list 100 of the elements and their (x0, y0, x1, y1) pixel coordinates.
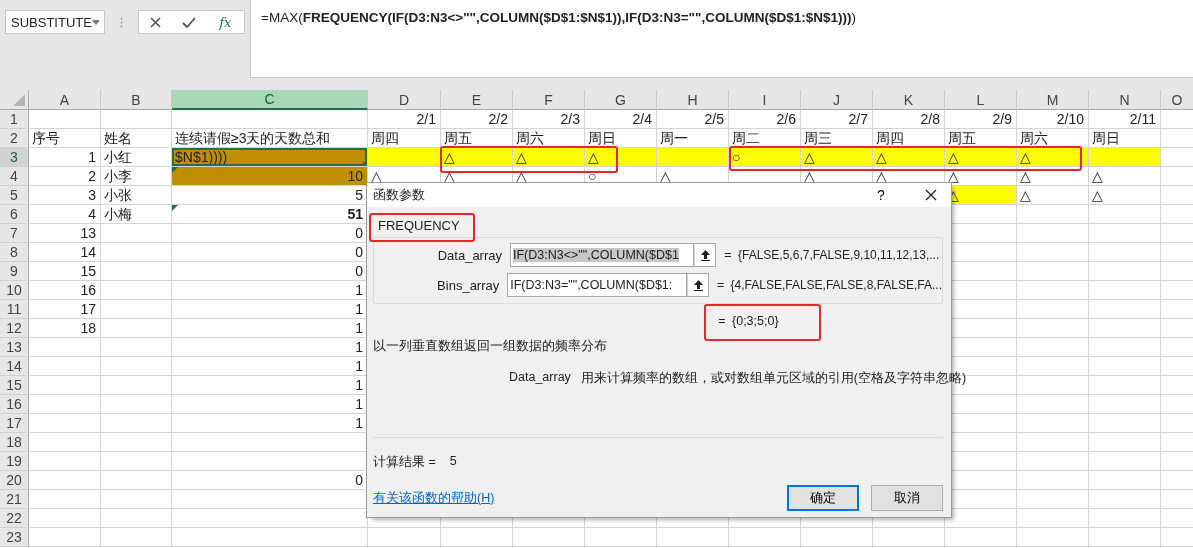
formula-result: {0;3;5;0} (732, 314, 779, 328)
table-cell-text: 2/3 (559, 110, 581, 128)
column-header[interactable]: G (585, 90, 657, 110)
row-header[interactable]: 18 (0, 433, 29, 452)
column-header[interactable]: F (513, 90, 585, 110)
table-cell-text: 2 (87, 167, 97, 185)
table-cell-text: 2/6 (775, 110, 797, 128)
row-header[interactable]: 6 (0, 205, 29, 224)
table-cell-text: 周四 (370, 129, 400, 147)
column-header[interactable]: O (1161, 90, 1193, 110)
table-cell-text: 1 (354, 357, 364, 375)
argument-result: {FALSE,5,6,7,FALSE,9,10,11,12,13,... (738, 248, 940, 262)
table-cell-text: 连续请假≥3天的天数总和 (174, 129, 332, 147)
table-cell-text: 周日 (1091, 129, 1121, 147)
upload-arrow-icon (699, 249, 711, 261)
table-cell: $N$1)))) (172, 148, 367, 166)
row-header[interactable]: 1 (0, 110, 29, 129)
table-cell-text: 1 (354, 281, 364, 299)
table-cell-text: 周五 (947, 129, 977, 147)
table-cell-text: △ (1019, 167, 1032, 185)
table-cell-text: 4 (87, 205, 97, 223)
table-cell-text: 13 (79, 224, 97, 242)
table-cell-text: 14 (79, 243, 97, 261)
column-header[interactable]: I (729, 90, 801, 110)
table-cell-text: 5 (354, 186, 364, 204)
row-header[interactable]: 23 (0, 528, 29, 547)
table-cell: △ (873, 148, 944, 166)
table-cell-text: 序号 (31, 129, 61, 147)
row-header[interactable]: 12 (0, 319, 29, 338)
table-cell-text: 2/2 (487, 110, 509, 128)
table-cell: △ (1017, 148, 1088, 166)
column-header[interactable]: N (1089, 90, 1161, 110)
table-cell-text: 0 (354, 471, 364, 489)
grip-icon (120, 17, 123, 28)
check-icon[interactable] (181, 16, 196, 28)
equals-sign: = (723, 248, 733, 262)
table-cell: △ (945, 148, 1016, 166)
table-cell-text: △ (1019, 186, 1032, 204)
help-button[interactable]: ? (861, 187, 901, 203)
column-header[interactable]: B (101, 90, 172, 110)
dialog-button[interactable]: 确定 (787, 485, 859, 511)
row-header[interactable]: 9 (0, 262, 29, 281)
table-cell: △ (441, 148, 512, 166)
argument-description: 用来计算频率的数组，或对数组单元区域的引用(空格及字符串忽略) (580, 370, 967, 387)
cancel-icon[interactable] (149, 16, 161, 28)
column-header[interactable]: M (1017, 90, 1089, 110)
row-header[interactable]: 4 (0, 167, 29, 186)
dialog-title: 函数参数 (373, 186, 426, 204)
argument-field[interactable]: IF(D3:N3="",COLUMN($D$1: (507, 273, 688, 297)
argument-field[interactable]: IF(D3:N3<>"",COLUMN($D$1 (510, 243, 694, 267)
row-header[interactable]: 15 (0, 376, 29, 395)
row-header[interactable]: 14 (0, 357, 29, 376)
table-cell-text: ○ (587, 167, 598, 185)
column-header[interactable]: H (657, 90, 729, 110)
row-header[interactable]: 11 (0, 300, 29, 319)
table-cell: △ (585, 148, 656, 166)
row-header[interactable]: 3 (0, 148, 29, 167)
row-header[interactable]: 7 (0, 224, 29, 243)
column-header[interactable]: E (441, 90, 513, 110)
row-header[interactable]: 10 (0, 281, 29, 300)
table-cell-text: 0 (354, 224, 364, 242)
insert-function-button[interactable]: fx (217, 14, 234, 30)
row-header[interactable]: 17 (0, 414, 29, 433)
table-cell-text: 周日 (587, 129, 617, 147)
column-header[interactable]: K (873, 90, 945, 110)
table-cell: 10 (172, 167, 367, 185)
argument-value: IF(D3:N3<>"",COLUMN($D$1 (513, 248, 679, 262)
column-header[interactable]: L (945, 90, 1017, 110)
column-header[interactable]: J (801, 90, 873, 110)
table-cell: ○ (729, 148, 800, 166)
row-header[interactable]: 22 (0, 509, 29, 528)
row-header[interactable]: 20 (0, 471, 29, 490)
argument-label: Bins_array (436, 277, 501, 293)
row-header[interactable]: 8 (0, 243, 29, 262)
fill-handle[interactable] (363, 162, 367, 166)
formula-field[interactable]: =MAX(FREQUENCY(IF(D3:N3<>"",COLUMN($D$1:$N$1)),IF(D3:N3="",COLUMN($D$1:$N$1)))) (250, 0, 1193, 78)
name-box[interactable]: SUBSTITUTE (5, 10, 105, 34)
column-header[interactable]: D (368, 90, 441, 110)
function-description: 以一列垂直数组返回一组数据的频率分布 (373, 338, 608, 355)
collapse-dialog-button[interactable] (687, 273, 709, 297)
row-header[interactable]: 2 (0, 129, 29, 148)
table-cell-text: 3 (87, 186, 97, 204)
row-header[interactable]: 16 (0, 395, 29, 414)
row-header[interactable]: 5 (0, 186, 29, 205)
table-cell-text: 2/11 (1128, 110, 1157, 128)
help-link[interactable]: 有关该函数的帮助(H) (373, 489, 775, 507)
close-icon (925, 189, 937, 201)
table-cell-text: 周六 (515, 129, 545, 147)
row-header[interactable]: 13 (0, 338, 29, 357)
row-header[interactable]: 19 (0, 452, 29, 471)
row-header[interactable]: 21 (0, 490, 29, 509)
equals-sign: = (717, 314, 727, 328)
dialog-button[interactable]: 取消 (871, 485, 943, 511)
upload-arrow-icon (692, 279, 704, 291)
collapse-dialog-button[interactable] (694, 243, 716, 267)
table-cell-text: 2/4 (631, 110, 653, 128)
column-header[interactable]: A (29, 90, 101, 110)
column-header[interactable]: C (172, 90, 368, 110)
table-cell-text: 小梅 (103, 205, 133, 223)
dropdown-caret-icon (91, 19, 99, 25)
